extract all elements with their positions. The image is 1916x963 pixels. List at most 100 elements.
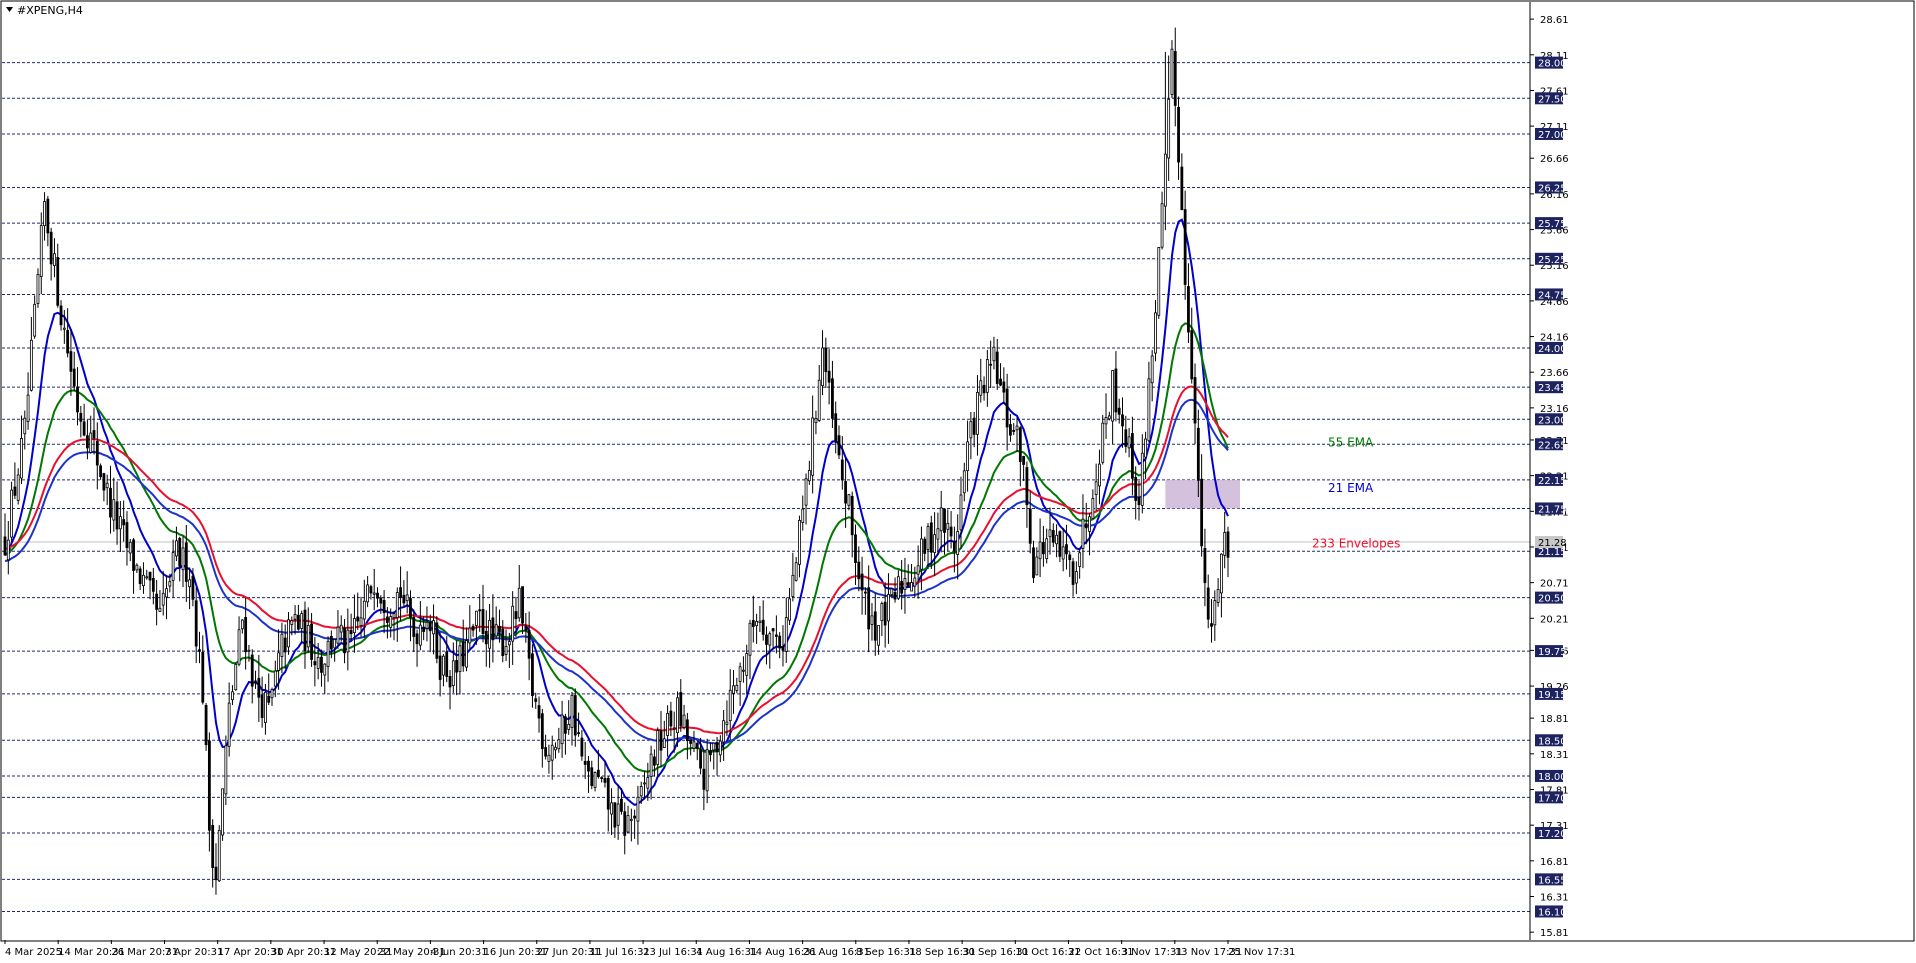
candle-body-151 bbox=[501, 628, 505, 657]
candle-body-123 bbox=[409, 598, 412, 618]
candle-body-216 bbox=[715, 742, 719, 753]
candle-body-311 bbox=[1028, 508, 1032, 544]
candle-body-25 bbox=[86, 435, 89, 449]
candle-body-24 bbox=[82, 421, 86, 436]
candle-body-71 bbox=[237, 629, 241, 665]
candle-body-336 bbox=[1111, 370, 1115, 422]
candle-body-36 bbox=[122, 519, 126, 526]
candle-body-273 bbox=[903, 578, 907, 590]
candle-body-243 bbox=[804, 478, 808, 506]
candle-body-296 bbox=[979, 380, 983, 396]
candle-body-181 bbox=[600, 777, 604, 779]
candle-body-180 bbox=[596, 769, 600, 778]
candle-body-343 bbox=[1134, 477, 1138, 501]
candle-body-8 bbox=[29, 339, 33, 391]
candle-body-50 bbox=[168, 581, 172, 587]
candle-body-297 bbox=[982, 384, 986, 394]
candle-body-339 bbox=[1121, 414, 1124, 427]
candle-body-207 bbox=[685, 719, 689, 742]
candle-body-153 bbox=[507, 641, 511, 646]
candle-body-31 bbox=[105, 482, 109, 489]
candle-body-166 bbox=[550, 744, 554, 761]
candle-body-292 bbox=[966, 441, 969, 472]
candle-body-278 bbox=[920, 538, 923, 570]
candle-body-62 bbox=[207, 740, 211, 831]
candle-body-365 bbox=[1206, 587, 1210, 620]
level-tag-label-5: 25.25 bbox=[1538, 255, 1567, 266]
candle-body-43 bbox=[145, 576, 149, 579]
candle-body-350 bbox=[1157, 247, 1161, 316]
level-tag-label-20: 17.20 bbox=[1538, 829, 1567, 840]
candle-body-249 bbox=[824, 347, 828, 373]
candle-body-229 bbox=[758, 620, 762, 623]
level-tag-label-7: 24.00 bbox=[1538, 344, 1567, 355]
candle-body-139 bbox=[461, 641, 465, 667]
candle-body-55 bbox=[184, 542, 188, 582]
candle-body-286 bbox=[946, 522, 950, 530]
candle-body-335 bbox=[1107, 415, 1111, 420]
candle-body-364 bbox=[1203, 548, 1207, 584]
price-tick-label-17: 20.21 bbox=[1540, 614, 1569, 625]
candle-body-370 bbox=[1223, 532, 1227, 556]
candle-body-128 bbox=[425, 621, 429, 629]
candle-body-211 bbox=[699, 749, 702, 769]
candle-body-332 bbox=[1098, 463, 1101, 487]
level-tag-label-4: 25.75 bbox=[1538, 219, 1567, 230]
level-tag-label-15: 19.75 bbox=[1538, 647, 1567, 658]
candle-body-203 bbox=[672, 727, 676, 730]
candle-body-176 bbox=[583, 760, 587, 765]
candle-body-23 bbox=[79, 412, 83, 422]
price-chart[interactable]: 28.6128.1127.6127.1126.6626.1625.6625.16… bbox=[0, 0, 1916, 963]
level-tag-label-10: 22.65 bbox=[1538, 440, 1567, 451]
candle-body-308 bbox=[1018, 427, 1022, 462]
candle-body-17 bbox=[59, 305, 63, 326]
candle-body-89 bbox=[296, 614, 300, 630]
candle-body-236 bbox=[781, 646, 785, 651]
candle-body-74 bbox=[247, 649, 251, 652]
candle-body-80 bbox=[267, 695, 271, 703]
candle-body-264 bbox=[873, 611, 877, 641]
candle-body-306 bbox=[1012, 429, 1016, 432]
time-axis: 4 Mar 202514 Mar 20:3126 Mar 20:317 Apr … bbox=[4, 940, 1295, 958]
current-price-label: 21.28 bbox=[1538, 538, 1567, 549]
candle-body-303 bbox=[1002, 381, 1006, 393]
candle-body-121 bbox=[402, 594, 406, 604]
candle-body-272 bbox=[900, 581, 904, 594]
level-tag-label-17: 18.50 bbox=[1538, 736, 1567, 747]
candle-body-174 bbox=[577, 732, 580, 735]
candle-body-255 bbox=[844, 481, 848, 504]
level-tag-label-6: 24.75 bbox=[1538, 290, 1567, 301]
level-tag-label-0: 28.00 bbox=[1538, 59, 1567, 70]
candle-body-300 bbox=[992, 346, 996, 362]
candle-body-116 bbox=[385, 616, 389, 623]
series-line-3 bbox=[4, 398, 1229, 745]
candle-body-195 bbox=[646, 777, 650, 789]
candle-body-224 bbox=[742, 669, 745, 672]
candle-body-287 bbox=[949, 526, 953, 537]
chart-menu-triangle-icon[interactable] bbox=[6, 7, 13, 12]
candle-body-313 bbox=[1035, 556, 1039, 576]
candle-body-360 bbox=[1190, 330, 1194, 380]
candle-body-77 bbox=[257, 677, 261, 698]
candle-body-1 bbox=[6, 539, 10, 561]
candle-body-158 bbox=[524, 625, 528, 631]
candle-body-258 bbox=[854, 534, 857, 563]
candle-body-61 bbox=[204, 704, 208, 746]
price-tick-label-0: 28.61 bbox=[1540, 15, 1569, 26]
time-tick-label-12: 23 Jul 16:31 bbox=[643, 947, 703, 958]
candle-body-244 bbox=[807, 470, 811, 482]
level-tag-label-3: 26.25 bbox=[1538, 183, 1567, 194]
candle-body-327 bbox=[1081, 518, 1085, 549]
candle-body-81 bbox=[270, 689, 274, 699]
candle-body-120 bbox=[399, 587, 402, 598]
candle-body-134 bbox=[445, 651, 449, 677]
candle-body-188 bbox=[623, 811, 627, 836]
candle-body-146 bbox=[484, 630, 488, 645]
candle-body-90 bbox=[300, 613, 304, 629]
candlesticks bbox=[3, 27, 1230, 895]
candle-body-341 bbox=[1127, 436, 1131, 449]
candle-body-326 bbox=[1078, 552, 1082, 567]
annotation-label-0: 55 EMA bbox=[1328, 435, 1374, 449]
price-tick-label-11: 23.16 bbox=[1540, 404, 1569, 415]
candle-body-345 bbox=[1140, 452, 1144, 506]
